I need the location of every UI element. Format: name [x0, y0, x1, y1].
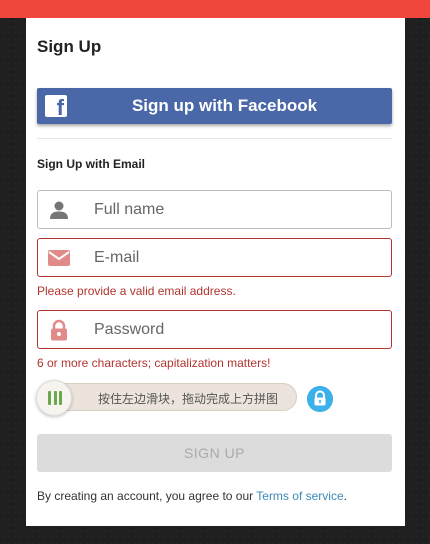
email-field[interactable] — [37, 238, 392, 277]
page-title: Sign Up — [37, 37, 102, 56]
email-signup-heading: Sign Up with Email — [37, 157, 146, 171]
person-icon — [50, 201, 68, 219]
terms-of-service-link[interactable]: Terms of service — [256, 489, 343, 503]
facebook-signup-label: Sign up with Facebook — [131, 96, 318, 115]
terms-prefix-text: By creating an account, you agree to our — [37, 489, 257, 503]
password-error-message: 6 or more characters; capitalization mat… — [37, 356, 271, 370]
envelope-icon — [48, 250, 70, 266]
email-input[interactable] — [94, 239, 384, 276]
email-error-message: Please provide a valid email address. — [37, 284, 236, 298]
fullname-input[interactable] — [94, 191, 384, 228]
terms-suffix-text: . — [343, 489, 347, 503]
top-accent-bar — [0, 0, 430, 18]
captcha-slider-handle[interactable] — [36, 380, 72, 416]
password-field[interactable] — [37, 310, 392, 349]
password-input[interactable] — [94, 311, 384, 348]
captcha-slider-instructions: 按住左边滑块，拖动完成上方拼图 — [98, 392, 279, 406]
terms-notice: By creating an account, you agree to our… — [37, 489, 347, 503]
fullname-field[interactable] — [37, 190, 392, 229]
grip-bars-icon — [48, 391, 62, 405]
lock-badge-icon — [307, 386, 333, 412]
signup-button[interactable]: SIGN UP — [37, 434, 392, 472]
captcha-slider-track: 按住左边滑块，拖动完成上方拼图 — [37, 383, 297, 411]
facebook-signup-button[interactable]: f Sign up with Facebook — [37, 88, 392, 124]
divider — [37, 138, 392, 139]
signup-card: Sign Up f Sign up with Facebook Sign Up … — [26, 18, 405, 526]
lock-icon — [51, 319, 67, 341]
